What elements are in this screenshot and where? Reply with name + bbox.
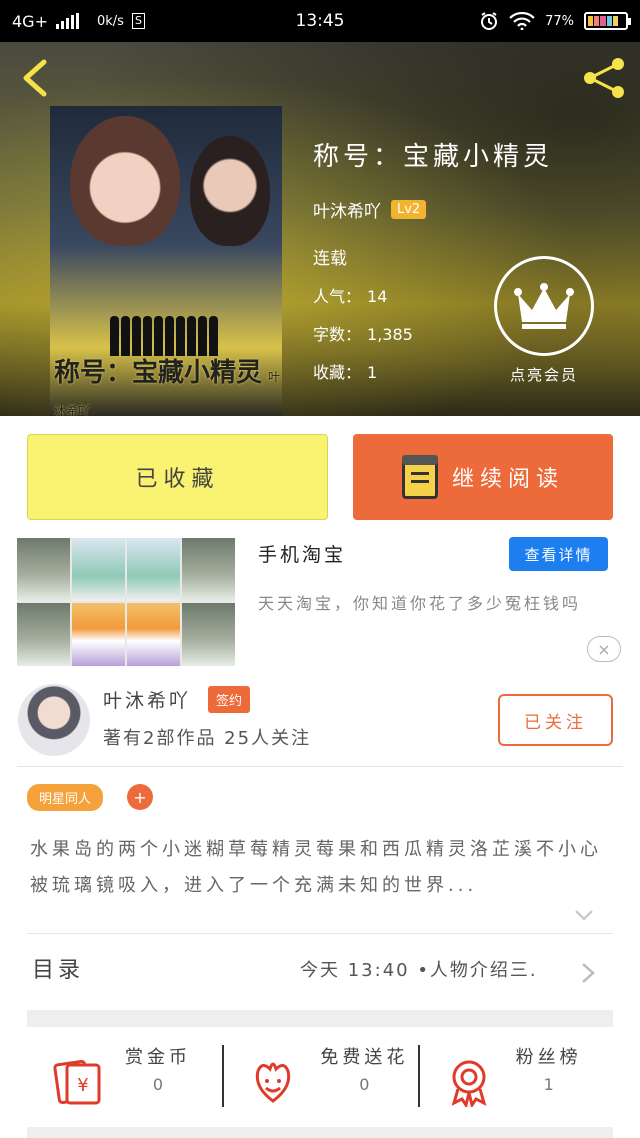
book-title: 称号：宝藏小精灵 [313,142,554,172]
svg-text:¥: ¥ [77,1075,88,1096]
toc-label[interactable]: 目录 [32,952,84,984]
fan-ranking-label: 粉丝榜 [515,1047,582,1068]
author-meta: 著有2部作品 25人关注 [103,728,312,749]
reward-coin-button[interactable]: ¥ 赏金币 0 [27,1027,222,1127]
send-flower-label: 免费送花 [320,1047,409,1068]
reward-coin-label: 赏金币 [125,1047,191,1068]
reward-bar: ¥ 赏金币 0 免费送花 0 粉丝榜 1 [27,1027,613,1127]
vip-button[interactable]: 点亮会员 [490,256,598,385]
cover-title: 称号：宝藏小精灵 叶沐希吖 [54,358,281,416]
battery-icon [584,12,631,30]
ad-title: 手机淘宝 [258,544,347,566]
book-header: 称号：宝藏小精灵 叶沐希吖 称号：宝藏小精灵 叶沐希吖 Lv2 连载 人气： 14 … [0,42,640,416]
reward-coin-value: 0 [152,1075,164,1094]
signed-badge: 签约 [208,686,251,713]
author-name-link[interactable]: 叶沐希吖 [313,197,381,222]
chevron-down-icon[interactable] [574,905,594,925]
continue-reading-button[interactable]: 继续阅读 [353,434,613,520]
ad-detail-button[interactable]: 查看详情 [509,537,608,571]
coin-envelope-icon: ¥ [53,1059,101,1105]
synopsis: 水果岛的两个小迷糊草莓精灵莓果和西瓜精灵洛芷溪不小心被琉璃镜吸入，进入了一个充满… [30,839,602,896]
divider [17,766,623,767]
ad-description: 天天淘宝，你知道你花了多少冤枉钱吗 [258,594,582,613]
signal-icon [55,13,79,29]
chevron-right-icon[interactable] [580,962,596,984]
follow-button[interactable]: 已关注 [498,694,613,746]
s-badge-icon: S [131,13,145,29]
add-tag-button[interactable]: + [127,784,153,810]
tag-chip[interactable]: 明星同人 [27,784,104,811]
author-name[interactable]: 叶沐希吖 [103,686,191,713]
status-bar: 4G+ 0k/s S 13:45 77% [0,0,640,42]
cover-silhouettes [110,306,220,356]
vip-label: 点亮会员 [509,366,578,384]
send-flower-button[interactable]: 免费送花 0 [222,1027,417,1127]
toc-latest-chapter[interactable]: 今天 13:40 •人物介绍三. [300,956,578,982]
book-icon [401,455,438,499]
back-icon[interactable] [18,58,54,98]
collected-button[interactable]: 已收藏 [27,434,328,520]
cover-face-right [190,136,270,246]
medal-icon [451,1060,487,1107]
flower-icon [256,1062,291,1103]
divider [27,933,613,934]
ad-image[interactable] [17,538,235,666]
avatar[interactable] [18,684,90,756]
section-gap [27,1010,613,1027]
ad-close-icon[interactable]: × [587,636,621,662]
book-cover[interactable]: 称号：宝藏小精灵 叶沐希吖 [50,106,282,416]
level-badge: Lv2 [391,200,427,219]
network-indicator: 4G+ [12,11,48,31]
crown-icon [514,283,574,329]
fan-ranking-button[interactable]: 粉丝榜 1 [417,1027,613,1127]
battery-percent: 77% [545,13,574,29]
cover-face-left [70,116,180,246]
send-flower-value: 0 [359,1075,370,1094]
wifi-icon [509,12,535,30]
share-icon[interactable] [582,56,628,100]
section-gap [27,1127,613,1138]
alarm-icon [481,12,498,30]
net-speed: 0k/s [96,13,124,29]
fan-ranking-value: 1 [543,1075,554,1094]
